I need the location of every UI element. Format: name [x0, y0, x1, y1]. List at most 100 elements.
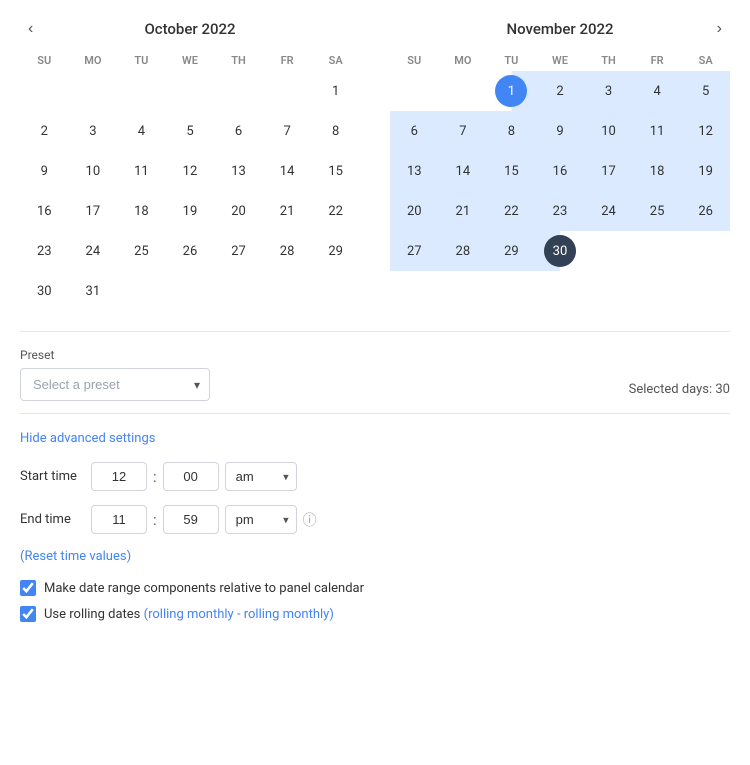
day-cell[interactable]: 14	[271, 155, 303, 187]
day-cell[interactable]: 4	[641, 75, 673, 107]
table-cell[interactable]: 14	[439, 151, 488, 191]
table-cell[interactable]: 3	[69, 111, 118, 151]
hide-advanced-settings-link[interactable]: Hide advanced settings	[20, 431, 155, 446]
table-cell[interactable]: 9	[20, 151, 69, 191]
table-cell[interactable]: 6	[214, 111, 263, 151]
end-ampm-select[interactable]: am pm	[225, 505, 297, 534]
table-cell[interactable]: 4	[633, 71, 682, 111]
day-cell[interactable]: 13	[398, 155, 430, 187]
table-cell[interactable]: 15	[311, 151, 360, 191]
day-cell[interactable]: 8	[320, 115, 352, 147]
prev-month-button[interactable]: ‹	[20, 16, 41, 42]
table-cell[interactable]: 23	[20, 231, 69, 271]
table-cell[interactable]: 28	[263, 231, 312, 271]
day-cell[interactable]: 9	[544, 115, 576, 147]
day-cell[interactable]: 22	[320, 195, 352, 227]
table-cell[interactable]: 1	[311, 71, 360, 111]
table-cell[interactable]: 19	[681, 151, 730, 191]
table-cell[interactable]: 5	[681, 71, 730, 111]
table-cell[interactable]: 8	[311, 111, 360, 151]
table-cell[interactable]: 15	[487, 151, 536, 191]
day-cell[interactable]: 18	[125, 195, 157, 227]
table-cell[interactable]: 28	[439, 231, 488, 271]
table-cell[interactable]: 21	[439, 191, 488, 231]
day-cell[interactable]: 28	[271, 235, 303, 267]
start-ampm-select[interactable]: am pm	[225, 462, 297, 491]
day-cell[interactable]: 1	[495, 75, 527, 107]
day-cell[interactable]: 11	[125, 155, 157, 187]
table-cell[interactable]: 29	[311, 231, 360, 271]
day-cell[interactable]: 27	[398, 235, 430, 267]
day-cell[interactable]: 24	[77, 235, 109, 267]
day-cell[interactable]: 12	[174, 155, 206, 187]
day-cell[interactable]: 26	[174, 235, 206, 267]
day-cell[interactable]: 20	[398, 195, 430, 227]
table-cell[interactable]: 13	[214, 151, 263, 191]
day-cell[interactable]: 23	[544, 195, 576, 227]
table-cell[interactable]: 12	[166, 151, 215, 191]
day-cell[interactable]: 15	[320, 155, 352, 187]
day-cell[interactable]: 25	[125, 235, 157, 267]
table-cell[interactable]: 26	[166, 231, 215, 271]
day-cell[interactable]: 17	[593, 155, 625, 187]
day-cell[interactable]: 13	[223, 155, 255, 187]
table-cell[interactable]: 7	[439, 111, 488, 151]
relative-checkbox[interactable]	[20, 580, 36, 596]
info-icon[interactable]: ⓘ	[303, 510, 317, 530]
table-cell[interactable]: 13	[390, 151, 439, 191]
day-cell[interactable]: 20	[223, 195, 255, 227]
table-cell[interactable]: 25	[633, 191, 682, 231]
table-cell[interactable]: 6	[390, 111, 439, 151]
table-cell[interactable]: 5	[166, 111, 215, 151]
table-cell[interactable]: 9	[536, 111, 585, 151]
table-cell[interactable]: 21	[263, 191, 312, 231]
day-cell[interactable]: 3	[593, 75, 625, 107]
day-cell[interactable]: 16	[544, 155, 576, 187]
table-cell[interactable]: 10	[69, 151, 118, 191]
table-cell[interactable]: 24	[584, 191, 633, 231]
day-cell[interactable]: 4	[125, 115, 157, 147]
table-cell[interactable]: 19	[166, 191, 215, 231]
day-cell[interactable]: 29	[495, 235, 527, 267]
day-cell[interactable]: 30	[544, 235, 576, 267]
day-cell[interactable]: 1	[320, 75, 352, 107]
day-cell[interactable]: 9	[28, 155, 60, 187]
day-cell[interactable]: 31	[77, 275, 109, 307]
table-cell[interactable]: 27	[390, 231, 439, 271]
day-cell[interactable]: 6	[223, 115, 255, 147]
table-cell[interactable]: 4	[117, 111, 166, 151]
table-cell[interactable]: 25	[117, 231, 166, 271]
table-cell[interactable]: 27	[214, 231, 263, 271]
day-cell[interactable]: 7	[271, 115, 303, 147]
table-cell[interactable]: 20	[390, 191, 439, 231]
day-cell[interactable]: 16	[28, 195, 60, 227]
table-cell[interactable]: 30	[536, 231, 585, 271]
day-cell[interactable]: 17	[77, 195, 109, 227]
day-cell[interactable]: 11	[641, 115, 673, 147]
table-cell[interactable]: 2	[20, 111, 69, 151]
rolling-link[interactable]: (rolling monthly - rolling monthly)	[144, 607, 334, 622]
day-cell[interactable]: 22	[495, 195, 527, 227]
table-cell[interactable]: 12	[681, 111, 730, 151]
table-cell[interactable]: 11	[117, 151, 166, 191]
table-cell[interactable]: 10	[584, 111, 633, 151]
table-cell[interactable]: 2	[536, 71, 585, 111]
table-cell[interactable]: 31	[69, 271, 118, 311]
day-cell[interactable]: 23	[28, 235, 60, 267]
table-cell[interactable]: 8	[487, 111, 536, 151]
day-cell[interactable]: 29	[320, 235, 352, 267]
table-cell[interactable]: 16	[536, 151, 585, 191]
table-cell[interactable]: 11	[633, 111, 682, 151]
day-cell[interactable]: 26	[690, 195, 722, 227]
table-cell[interactable]: 3	[584, 71, 633, 111]
day-cell[interactable]: 30	[28, 275, 60, 307]
table-cell[interactable]: 18	[117, 191, 166, 231]
day-cell[interactable]: 18	[641, 155, 673, 187]
end-time-hours[interactable]	[91, 505, 147, 534]
day-cell[interactable]: 27	[223, 235, 255, 267]
rolling-checkbox[interactable]	[20, 606, 36, 622]
day-cell[interactable]: 2	[544, 75, 576, 107]
day-cell[interactable]: 6	[398, 115, 430, 147]
table-cell[interactable]: 18	[633, 151, 682, 191]
table-cell[interactable]: 1	[487, 71, 536, 111]
